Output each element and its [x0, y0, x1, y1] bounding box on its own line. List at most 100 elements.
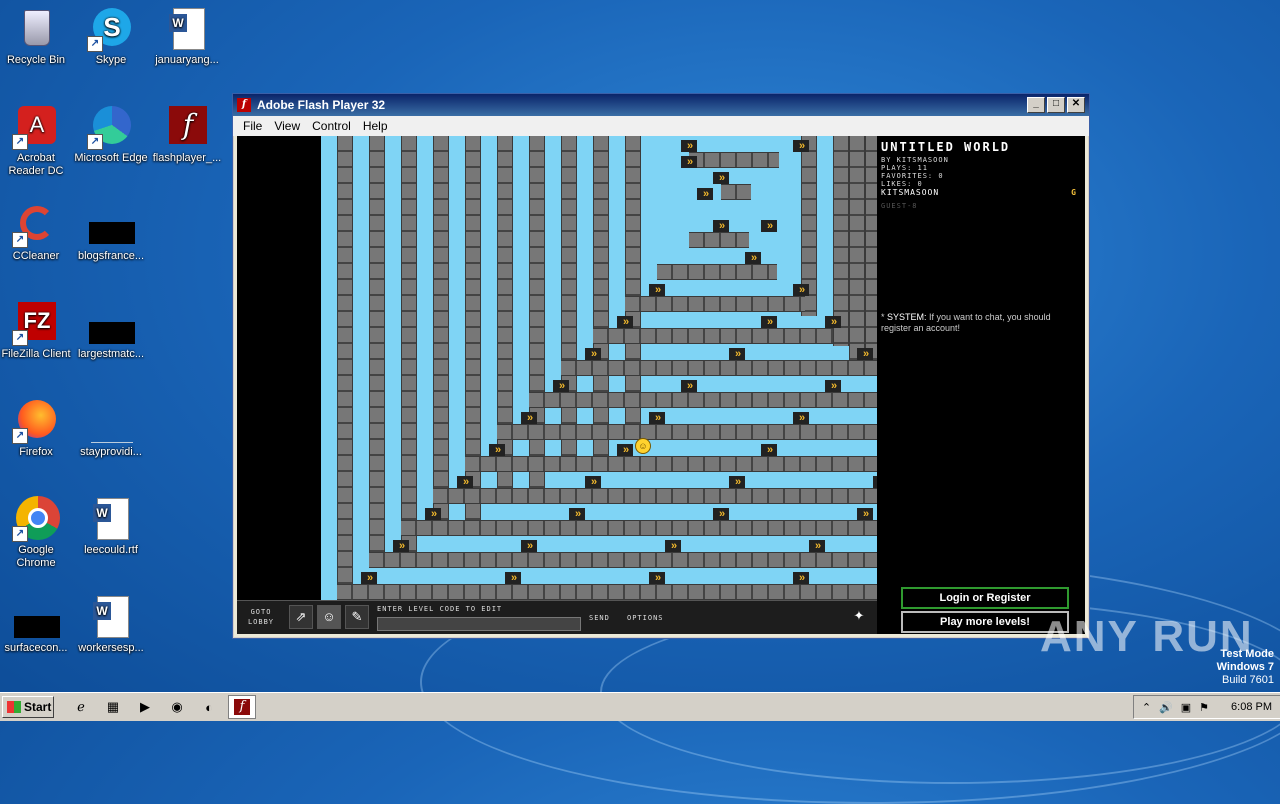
- wall-row: [689, 232, 749, 248]
- game-bottom-bar: GOTO LOBBY ⇗ ☺ ✎ ENTER LEVEL CODE TO EDI…: [237, 600, 877, 634]
- start-button[interactable]: Start: [2, 696, 54, 718]
- menu-control[interactable]: Control: [306, 119, 357, 133]
- wall-column: [337, 136, 353, 584]
- world-plays: PLAYS: 11: [881, 164, 928, 172]
- clock[interactable]: 6:08 PM: [1231, 701, 1272, 713]
- desktop-icon-edge[interactable]: ↗ Microsoft Edge: [73, 104, 149, 165]
- online-user-name: KITSMASOON: [881, 188, 940, 197]
- desktop-icon-label: Recycle Bin: [6, 54, 66, 66]
- close-button[interactable]: ✕: [1067, 97, 1085, 113]
- desktop-icon-blogsfrance[interactable]: blogsfrance...: [73, 202, 149, 263]
- boost-arrow-icon: »: [729, 476, 745, 488]
- desktop-icon-leecould[interactable]: W leecould.rtf: [73, 496, 149, 557]
- boost-arrow-icon: »: [489, 444, 505, 456]
- start-label: Start: [24, 700, 52, 714]
- boost-arrow-icon: »: [825, 316, 841, 328]
- side-panel: UNTITLED WORLD BY KITSMASOON PLAYS: 11 F…: [877, 136, 1085, 634]
- show-hidden-icons[interactable]: ⌃: [1142, 701, 1151, 714]
- desktop-icon-surfacecon[interactable]: surfacecon...: [0, 594, 74, 655]
- desktop-icon-label: stayprovidi...: [80, 446, 142, 458]
- goto-lobby-button[interactable]: GOTO LOBBY: [243, 607, 279, 627]
- boost-arrow-icon: »: [649, 284, 665, 296]
- boost-arrow-icon: »: [553, 380, 569, 392]
- volume-icon[interactable]: 🔊: [1159, 701, 1173, 714]
- wall-row: [561, 360, 861, 376]
- boost-arrow-icon: »: [425, 508, 441, 520]
- boost-arrow-icon: »: [793, 412, 809, 424]
- media-player-taskbar-icon[interactable]: ▶: [132, 696, 158, 718]
- options-button[interactable]: OPTIONS: [627, 614, 664, 622]
- desktop-icon-label: leecould.rtf: [84, 544, 138, 556]
- shortcut-arrow-icon: ↗: [87, 36, 103, 52]
- sparkle-icon[interactable]: ✦: [847, 605, 871, 629]
- flash-taskbar-icon[interactable]: f: [228, 695, 256, 719]
- login-register-button[interactable]: Login or Register: [901, 587, 1069, 609]
- desktop-icon-label: workersesp...: [78, 642, 144, 654]
- desktop-icon-label: flashplayer_...: [152, 152, 222, 164]
- desktop-icon-label: surfacecon...: [4, 642, 68, 654]
- smiley-icon[interactable]: ☺: [317, 605, 341, 629]
- desktop-icon-label: Firefox: [19, 446, 53, 458]
- desktop-icon-workersesp[interactable]: W workersesp...: [73, 594, 149, 655]
- desktop-icon-chrome[interactable]: ↗ Google Chrome: [0, 496, 74, 570]
- desktop-icon-largestmatc[interactable]: largestmatc...: [73, 300, 149, 361]
- window-title: Adobe Flash Player 32: [257, 98, 386, 112]
- game-viewport[interactable]: » » » » » » » » » » » » » » » » » » » » » » » » » » » » » » » » » » » » » » » »…: [237, 136, 1085, 634]
- chat-icon[interactable]: ✎: [345, 605, 369, 629]
- word-document-icon: W: [89, 496, 133, 540]
- network-icon[interactable]: ▣: [1181, 701, 1191, 714]
- desktop-icon-firefox[interactable]: ↗ Firefox: [0, 398, 74, 459]
- acrobat-icon: A ↗: [12, 104, 58, 150]
- desktop-icon-skype[interactable]: S ↗ Skype: [73, 6, 149, 67]
- boost-arrow-icon: »: [825, 380, 841, 392]
- boost-arrow-icon: »: [617, 444, 633, 456]
- boost-arrow-icon: »: [521, 412, 537, 424]
- level-canvas[interactable]: » » » » » » » » » » » » » » » » » » » » » » » » » » » » » » » » » » » » » » » »…: [321, 136, 877, 600]
- desktop-icon-stayprovidi[interactable]: stayprovidi...: [73, 398, 149, 459]
- boost-arrow-icon: »: [729, 348, 745, 360]
- maximize-button[interactable]: □: [1047, 97, 1065, 113]
- chrome-taskbar-icon[interactable]: ◉: [164, 696, 190, 718]
- menu-view[interactable]: View: [268, 119, 306, 133]
- desktop-icon-filezilla[interactable]: FZ ↗ FileZilla Client: [0, 300, 74, 361]
- explorer-taskbar-icon[interactable]: ▦: [100, 696, 126, 718]
- desktop-icon-flashplayer[interactable]: f flashplayer_...: [149, 104, 225, 165]
- share-icon[interactable]: ⇗: [289, 605, 313, 629]
- boost-arrow-icon: »: [761, 444, 777, 456]
- file-icon: [89, 300, 135, 344]
- taskbar: Start ℯ ▦ ▶ ◉ ◐ f ⌃ 🔊 ▣ ⚑ 6:08 PM: [0, 692, 1280, 721]
- guest-user[interactable]: GUEST-8: [881, 202, 918, 210]
- boost-arrow-icon: »: [793, 572, 809, 584]
- filezilla-icon: FZ ↗: [12, 300, 58, 346]
- skype-icon: S ↗: [87, 6, 133, 52]
- boost-arrow-icon: »: [793, 284, 809, 296]
- edge-taskbar-icon[interactable]: ◐: [196, 696, 222, 718]
- boost-arrow-icon: »: [361, 572, 377, 584]
- desktop-icon-acrobat[interactable]: A ↗ Acrobat Reader DC: [0, 104, 74, 178]
- desktop-icon-januaryang[interactable]: W januaryang...: [149, 6, 225, 67]
- boost-arrow-icon: »: [697, 188, 713, 200]
- online-user[interactable]: KITSMASOON G: [881, 188, 1081, 197]
- desktop-icon-label: Acrobat Reader DC: [8, 152, 64, 177]
- file-icon: [14, 594, 60, 638]
- window-titlebar[interactable]: f Adobe Flash Player 32 _ □ ✕: [233, 94, 1089, 116]
- word-document-icon: W: [89, 594, 133, 638]
- ie-taskbar-icon[interactable]: ℯ: [68, 696, 94, 718]
- menu-file[interactable]: File: [237, 119, 268, 133]
- level-code-input[interactable]: [377, 617, 581, 631]
- desktop-icon-recycle-bin[interactable]: Recycle Bin: [0, 6, 74, 67]
- minimize-button[interactable]: _: [1027, 97, 1045, 113]
- boost-arrow-icon: »: [809, 540, 825, 552]
- desktop-icon-label: Skype: [95, 54, 127, 66]
- wall-column: [369, 136, 385, 568]
- wall-column: [561, 136, 577, 472]
- action-center-flag-icon[interactable]: ⚑: [1199, 701, 1209, 714]
- boost-arrow-icon: »: [857, 348, 873, 360]
- send-button[interactable]: SEND: [589, 614, 610, 622]
- world-favorites: FAVORITES: 0: [881, 172, 944, 180]
- menu-help[interactable]: Help: [357, 119, 394, 133]
- file-icon: [89, 202, 135, 246]
- chat-sender: SYSTEM:: [887, 312, 927, 322]
- desktop-icon-ccleaner[interactable]: ↗ CCleaner: [0, 202, 74, 263]
- shortcut-arrow-icon: ↗: [12, 134, 28, 150]
